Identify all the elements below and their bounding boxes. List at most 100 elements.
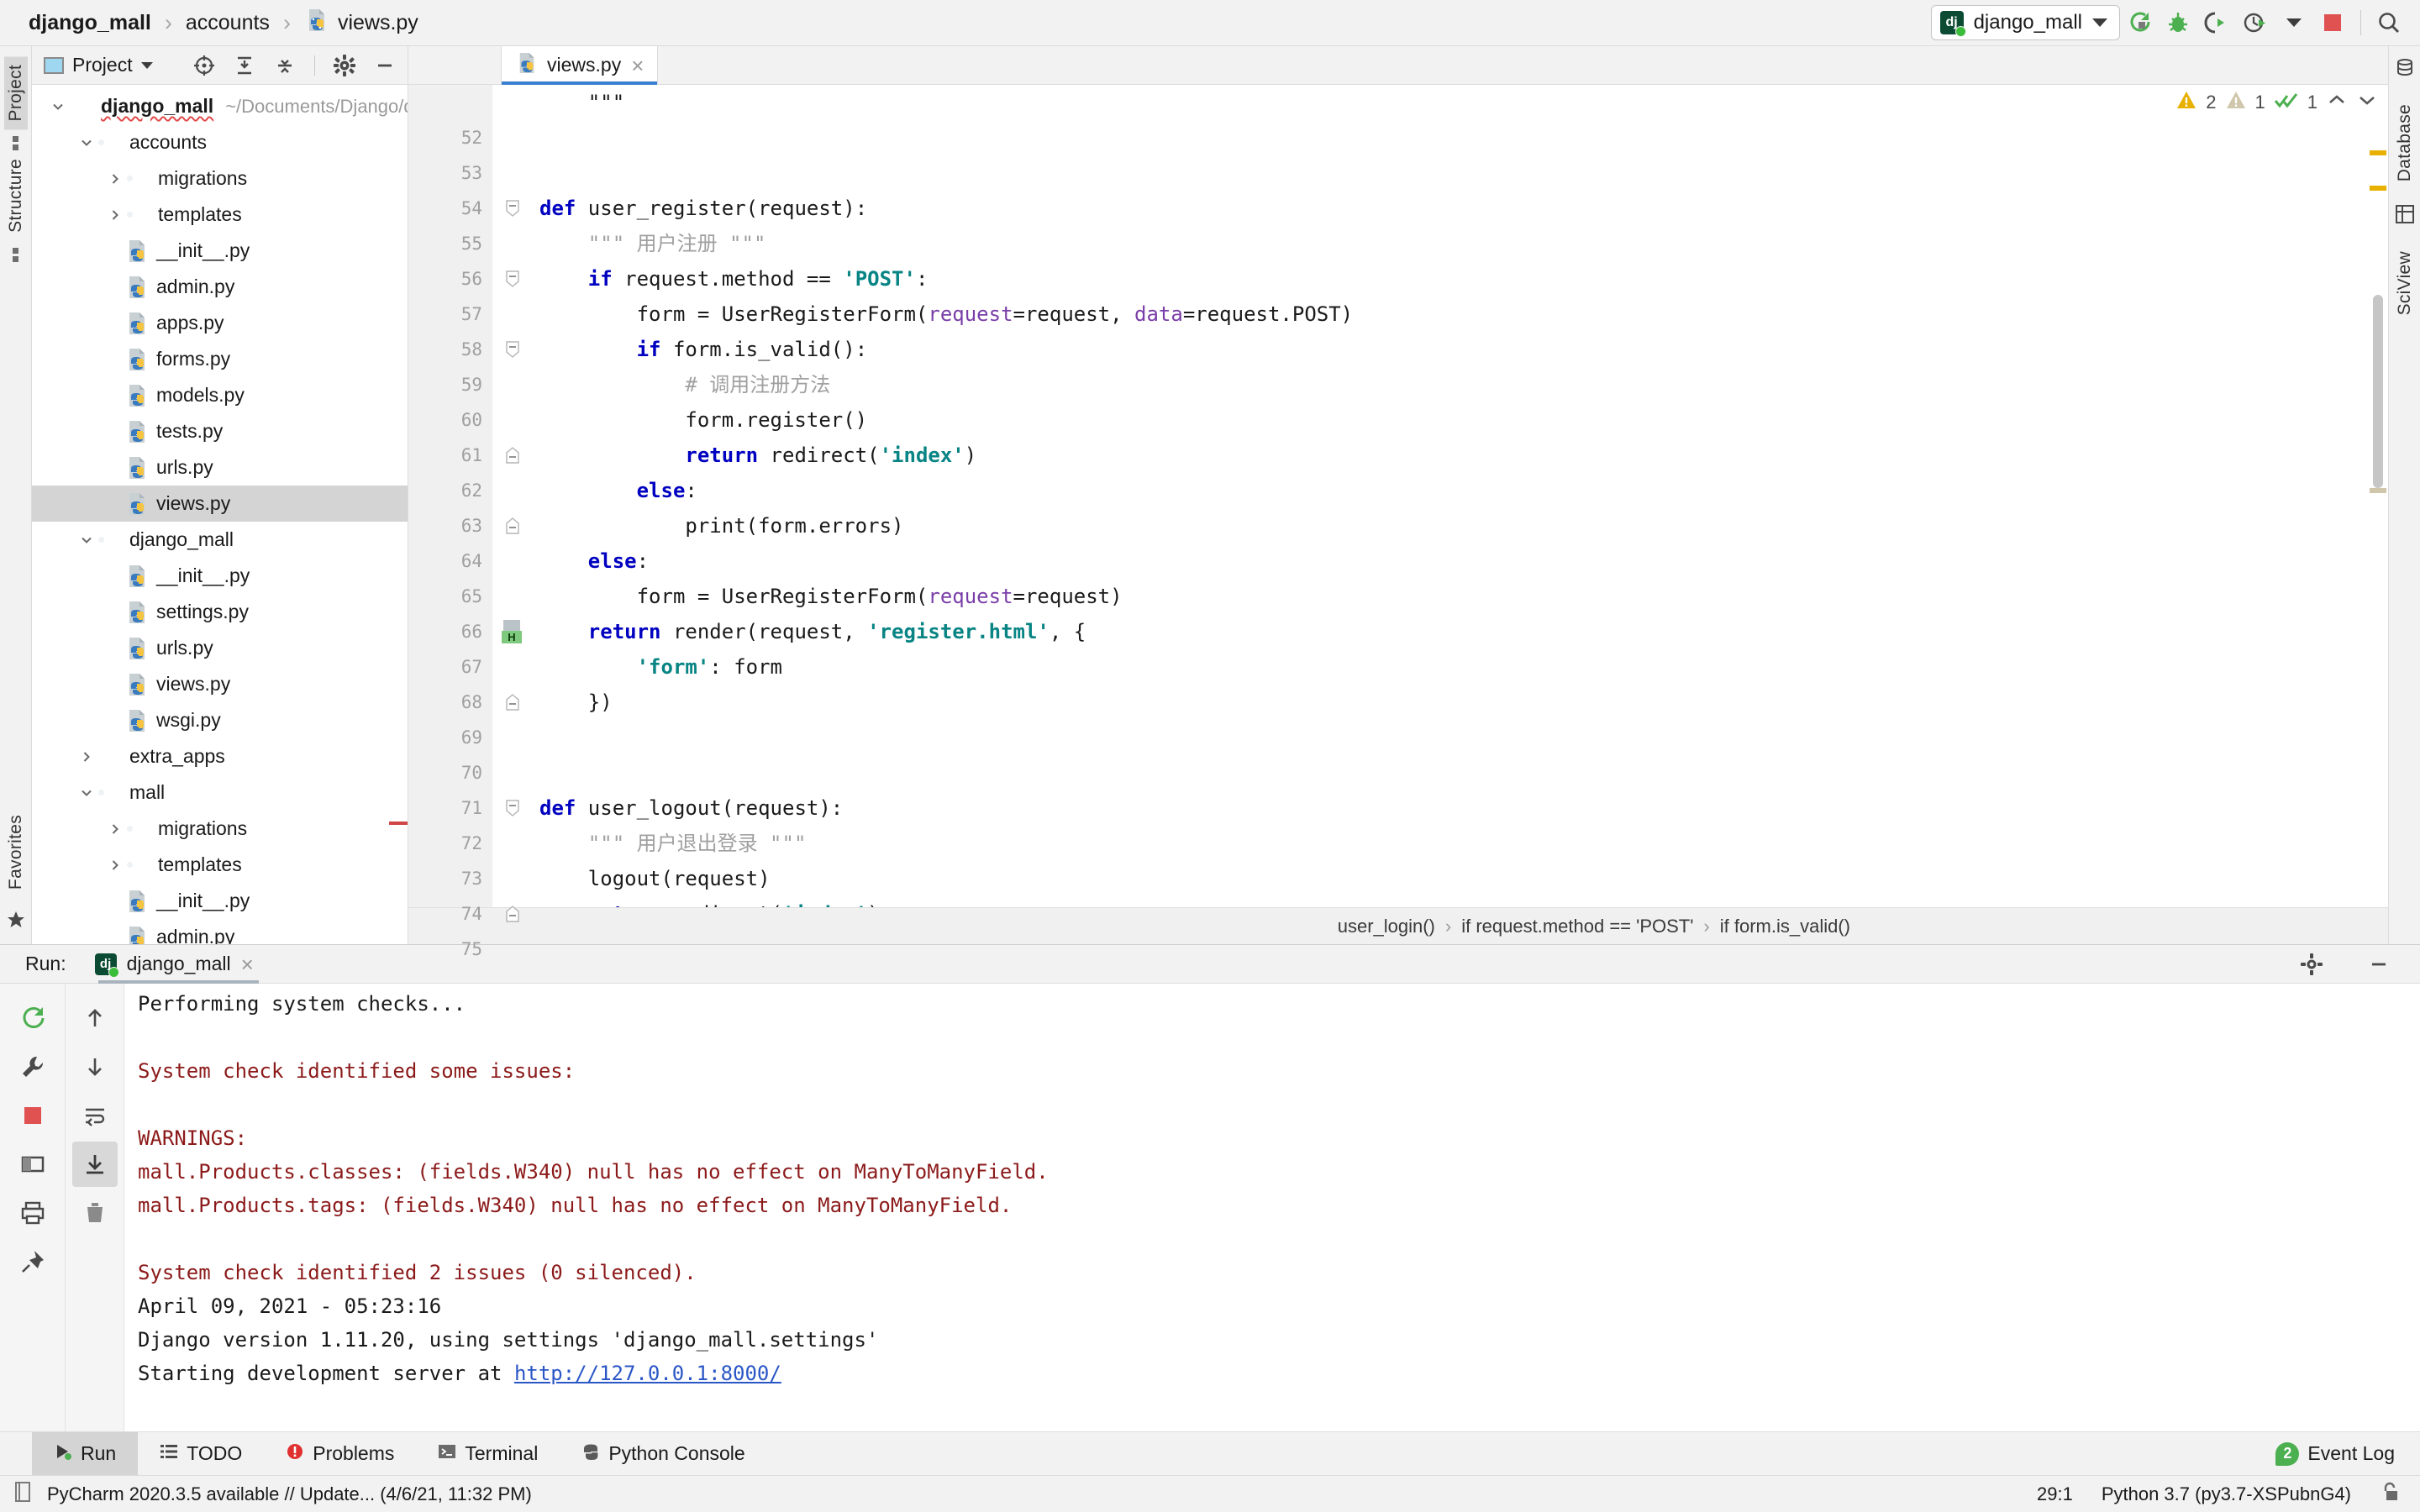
code-line[interactable]: def user_register(request):	[539, 191, 2388, 226]
tree-item---init---py[interactable]: __init__.py	[32, 233, 408, 269]
expand-all-icon[interactable]	[229, 50, 260, 81]
tree-item-urls-py[interactable]: urls.py	[32, 449, 408, 486]
line-number[interactable]: 57	[408, 297, 492, 332]
fold-end-icon[interactable]	[492, 896, 533, 932]
code-line[interactable]: # 调用注册方法	[539, 367, 2388, 402]
bottom-tab-terminal[interactable]: Terminal	[416, 1432, 560, 1475]
line-number[interactable]: 63	[408, 508, 492, 543]
run-configuration-selector[interactable]: dj django_mall	[1930, 5, 2120, 40]
scroll-down-icon[interactable]	[72, 1044, 118, 1089]
tree-item---init---py[interactable]: __init__.py	[32, 558, 408, 594]
code-line[interactable]: return redirect('index')	[539, 896, 2388, 907]
status-message[interactable]: PyCharm 2020.3.5 available // Update... …	[47, 1483, 532, 1505]
previous-highlight-icon[interactable]	[2326, 91, 2348, 114]
editor-gutter[interactable]: 52 53 54 55 56 57 58 59 60 61 62 63 64 65 66 67 68 69 70 71…	[408, 85, 492, 959]
line-number[interactable]: 65	[408, 579, 492, 614]
tree-item-views-py[interactable]: views.py	[32, 486, 408, 522]
run-with-coverage-button[interactable]	[2197, 3, 2236, 42]
tree-item-models-py[interactable]: models.py	[32, 377, 408, 413]
code-line[interactable]	[539, 155, 2388, 191]
scrollbar-thumb[interactable]	[2373, 295, 2383, 488]
layout-icon[interactable]	[10, 1142, 55, 1187]
breadcrumb-file[interactable]: views.py	[334, 11, 422, 35]
line-number[interactable]: 75	[408, 932, 492, 967]
sidebar-item-favorites[interactable]: Favorites	[4, 806, 28, 898]
unlocked-padlock-icon[interactable]	[2380, 1481, 2400, 1508]
code-folding-column[interactable]: H	[492, 85, 533, 922]
locate-icon[interactable]	[188, 50, 220, 81]
tree-item-django-mall[interactable]: django_mall ~/Documents/Django/django_mal…	[32, 88, 408, 124]
profile-button[interactable]	[2236, 3, 2275, 42]
chevron-down-icon[interactable]	[76, 786, 97, 800]
hide-panel-icon[interactable]	[369, 50, 401, 81]
chevron-down-icon[interactable]	[47, 100, 69, 113]
code-line[interactable]: """ 用户退出登录 """	[539, 826, 2388, 861]
fold-collapse-icon[interactable]	[492, 332, 533, 367]
html-file-gutter-icon[interactable]: H	[492, 614, 533, 649]
debug-button[interactable]	[2159, 3, 2197, 42]
error-stripe-warning[interactable]	[2370, 186, 2386, 191]
chevron-right-icon[interactable]	[104, 858, 126, 872]
tree-item-admin-py[interactable]: admin.py	[32, 269, 408, 305]
tab-views-py[interactable]: views.py ×	[501, 46, 659, 85]
fold-end-icon[interactable]	[492, 685, 533, 720]
console-output[interactable]: Performing system checks... System check…	[124, 984, 2420, 1431]
editor-scrollbar[interactable]	[2366, 85, 2388, 907]
next-highlight-icon[interactable]	[2356, 91, 2378, 114]
line-number[interactable]: 52	[408, 120, 492, 155]
stop-icon[interactable]	[10, 1093, 55, 1138]
code-line[interactable]: if form.is_valid():	[539, 332, 2388, 367]
breadcrumb-if-method[interactable]: if request.method == 'POST'	[1461, 916, 1693, 937]
line-number[interactable]: 60	[408, 402, 492, 438]
tree-item-templates[interactable]: templates	[32, 197, 408, 233]
soft-wrap-icon[interactable]	[72, 1093, 118, 1138]
fold-end-icon[interactable]	[492, 508, 533, 543]
code-line[interactable]: if request.method == 'POST':	[539, 261, 2388, 297]
tree-item-tests-py[interactable]: tests.py	[32, 413, 408, 449]
code-line[interactable]: else:	[539, 473, 2388, 508]
tree-item-forms-py[interactable]: forms.py	[32, 341, 408, 377]
fold-collapse-icon[interactable]	[492, 261, 533, 297]
chevron-down-icon[interactable]	[76, 533, 97, 547]
server-url-link[interactable]: http://127.0.0.1:8000/	[514, 1362, 781, 1385]
tree-item-apps-py[interactable]: apps.py	[32, 305, 408, 341]
code-line[interactable]	[539, 120, 2388, 155]
inspection-widget[interactable]: 2 1 1	[2175, 90, 2378, 115]
search-everywhere-button[interactable]	[2370, 3, 2408, 42]
code-line[interactable]: form.register()	[539, 402, 2388, 438]
settings-gear-icon[interactable]	[329, 50, 360, 81]
code-line[interactable]: 'form': form	[539, 649, 2388, 685]
code-line[interactable]: print(form.errors)	[539, 508, 2388, 543]
pin-icon[interactable]	[10, 1239, 55, 1284]
tree-item-urls-py[interactable]: urls.py	[32, 630, 408, 666]
line-number[interactable]: 69	[408, 720, 492, 755]
line-number[interactable]: 54	[408, 191, 492, 226]
run-settings-gear-icon[interactable]	[2296, 948, 2328, 980]
stop-button[interactable]	[2313, 3, 2352, 42]
code-content[interactable]: """ def user_register(request): """ 用户注册…	[533, 85, 2388, 907]
line-number[interactable]: 66	[408, 614, 492, 649]
line-number[interactable]: 55	[408, 226, 492, 261]
tree-item-mall[interactable]: mall	[32, 774, 408, 811]
line-number[interactable]: 70	[408, 755, 492, 790]
code-line[interactable]	[539, 755, 2388, 790]
fold-collapse-icon[interactable]	[492, 191, 533, 226]
project-tree[interactable]: django_mall ~/Documents/Django/django_mal…	[32, 85, 408, 944]
hide-run-panel-icon[interactable]	[2363, 948, 2395, 980]
breadcrumb-folder[interactable]: accounts	[182, 11, 273, 35]
bottom-tab-todo[interactable]: TODO	[138, 1432, 264, 1475]
print-icon[interactable]	[10, 1190, 55, 1236]
line-number[interactable]: 58	[408, 332, 492, 367]
tree-item-accounts[interactable]: accounts	[32, 124, 408, 160]
chevron-right-icon[interactable]	[104, 208, 126, 222]
code-line[interactable]: return redirect('index')	[539, 438, 2388, 473]
line-number[interactable]: 72	[408, 826, 492, 861]
code-line[interactable]: """	[539, 85, 2388, 120]
html-file-icon[interactable]: H	[502, 620, 523, 643]
chevron-right-icon[interactable]	[104, 822, 126, 836]
close-icon[interactable]: ×	[631, 55, 644, 76]
line-number[interactable]: 64	[408, 543, 492, 579]
line-number[interactable]: 67	[408, 649, 492, 685]
tree-item---init---py[interactable]: __init__.py	[32, 883, 408, 919]
code-line[interactable]: form = UserRegisterForm(request=request,…	[539, 297, 2388, 332]
